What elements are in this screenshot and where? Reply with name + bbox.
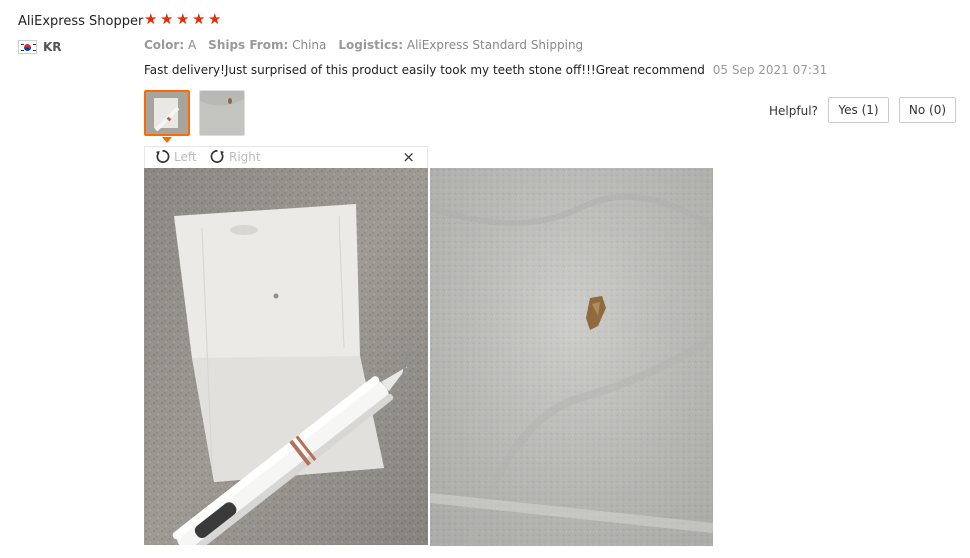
star-icon: ★ bbox=[192, 10, 206, 28]
review-photo-thumbnail-2[interactable] bbox=[199, 90, 245, 136]
rotate-right-icon bbox=[210, 150, 225, 163]
review-body: Fast delivery!Just surprised of this pro… bbox=[144, 63, 705, 77]
review-text: Fast delivery!Just surprised of this pro… bbox=[144, 63, 827, 77]
korea-flag-icon bbox=[18, 40, 37, 54]
star-icon: ★ bbox=[208, 10, 222, 28]
rating-stars: ★ ★ ★ ★ ★ bbox=[144, 10, 222, 28]
rotate-left-icon bbox=[155, 150, 170, 163]
order-attributes: Color: A Ships From: China Logistics: Al… bbox=[144, 38, 595, 52]
helpful-yes-button[interactable]: Yes (1) bbox=[828, 97, 889, 123]
review-photo-large-1[interactable] bbox=[144, 168, 428, 545]
star-icon: ★ bbox=[176, 10, 190, 28]
reviewer-country: KR bbox=[43, 40, 62, 54]
photo-viewer-toolbar: Left Right × bbox=[144, 146, 428, 168]
review-date: 05 Sep 2021 07:31 bbox=[712, 63, 828, 77]
attribute-ships-from: Ships From: China bbox=[208, 38, 327, 52]
star-icon: ★ bbox=[144, 10, 158, 28]
review-photo-thumbnail-1[interactable] bbox=[144, 90, 190, 136]
helpful-label: Helpful? bbox=[769, 104, 818, 118]
attribute-color: Color: A bbox=[144, 38, 197, 52]
star-icon: ★ bbox=[160, 10, 174, 28]
reviewer-name: AliExpress Shopper bbox=[18, 14, 144, 29]
attribute-logistics: Logistics: AliExpress Standard Shipping bbox=[338, 38, 584, 52]
rotate-left-button[interactable]: Left bbox=[155, 149, 197, 164]
helpful-no-button[interactable]: No (0) bbox=[899, 97, 956, 123]
rotate-right-button[interactable]: Right bbox=[210, 149, 261, 164]
review-photo-large-2[interactable] bbox=[430, 168, 713, 546]
close-icon[interactable]: × bbox=[402, 148, 415, 166]
active-thumbnail-indicator bbox=[162, 137, 172, 143]
